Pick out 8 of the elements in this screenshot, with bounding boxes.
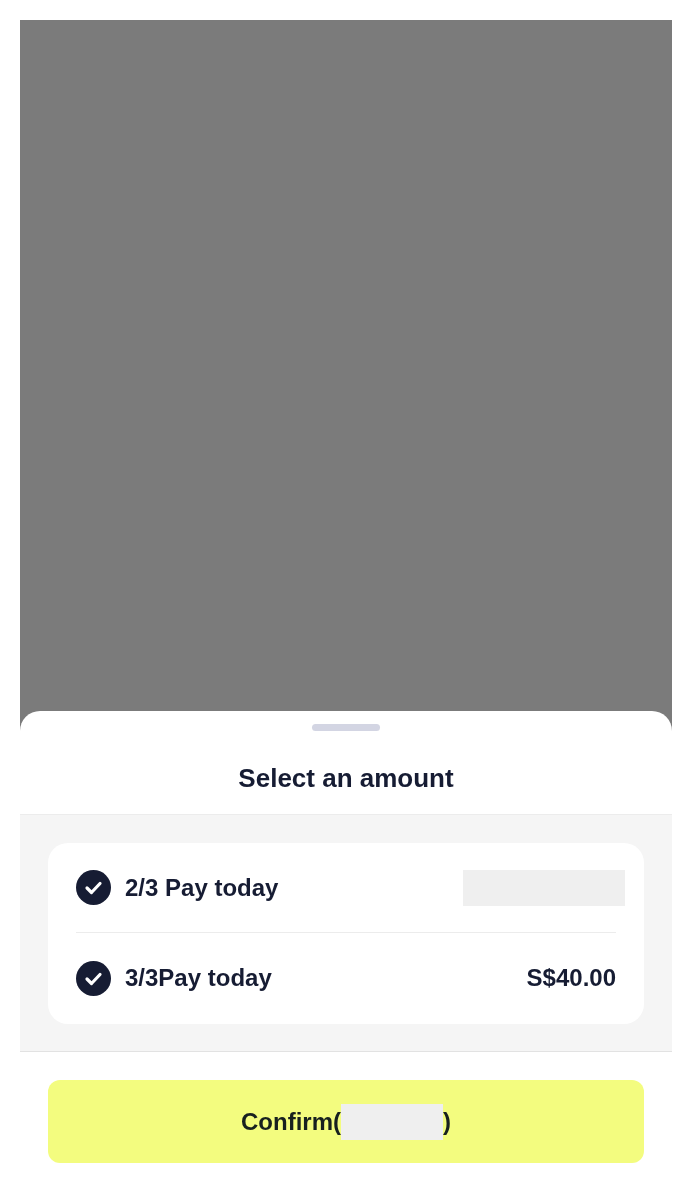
checked-circle-icon[interactable]: [76, 870, 111, 905]
option-amount: S$40.00: [526, 964, 616, 992]
option-label[interactable]: 3/3Pay today: [125, 964, 272, 992]
sheet-title: Select an amount: [238, 762, 454, 794]
checked-circle-icon[interactable]: [76, 960, 111, 996]
confirm-button[interactable]: Confirm( ): [48, 1080, 644, 1163]
option-label[interactable]: 2/3 Pay today: [125, 873, 279, 902]
drag-handle[interactable]: [312, 724, 380, 731]
